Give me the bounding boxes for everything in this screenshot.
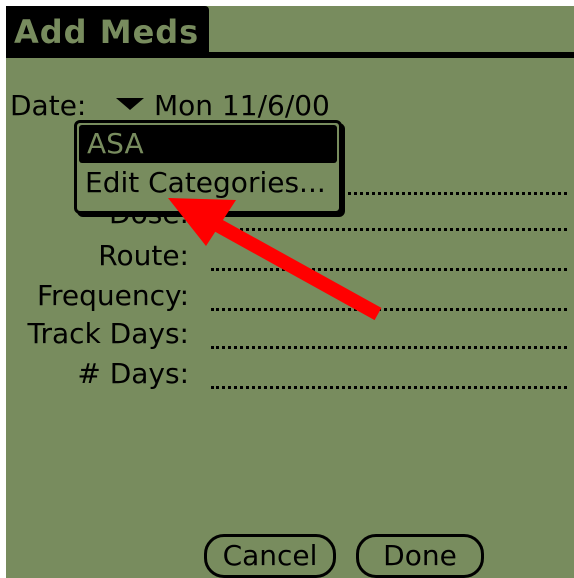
date-picker-trigger[interactable]: Mon 11/6/00	[116, 90, 330, 122]
route-label: Route:	[98, 239, 189, 272]
date-value: Mon 11/6/00	[154, 89, 330, 122]
track-days-field[interactable]	[211, 346, 567, 349]
name-field[interactable]	[336, 192, 567, 195]
done-button[interactable]: Done	[356, 534, 484, 578]
dropdown-triangle-icon	[116, 98, 144, 110]
date-label: Date:	[10, 89, 87, 122]
frequency-field[interactable]	[211, 308, 567, 311]
popup-item-asa[interactable]: ASA	[79, 125, 337, 163]
track-days-label: Track Days:	[27, 317, 189, 350]
num-days-field[interactable]	[211, 386, 567, 389]
dose-field[interactable]	[211, 228, 567, 231]
form-title: Add Meds	[6, 6, 210, 58]
frequency-label: Frequency:	[36, 279, 189, 312]
palm-screen: Add Meds Date: Mon 11/6/00 Dose: Route: …	[6, 6, 574, 578]
num-days-label: # Days:	[77, 357, 189, 390]
cancel-button[interactable]: Cancel	[204, 534, 336, 578]
route-field[interactable]	[211, 268, 567, 271]
popup-item-edit-categories[interactable]: Edit Categories...	[77, 163, 339, 203]
category-popup-list: ASA Edit Categories...	[74, 120, 342, 214]
